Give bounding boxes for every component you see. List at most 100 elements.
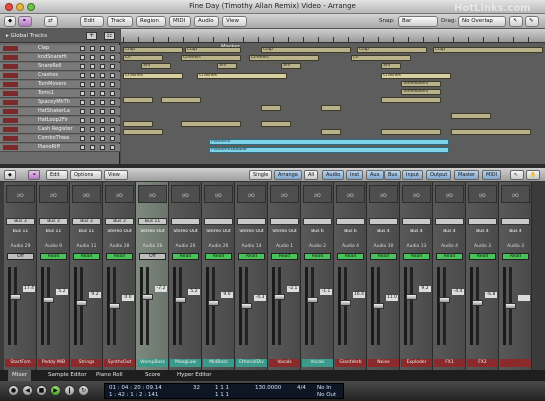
input-monitor-button[interactable]	[110, 55, 115, 60]
strip-name[interactable]: StartFsm	[5, 359, 36, 367]
record-enable-button[interactable]	[100, 55, 105, 60]
view-menu[interactable]: View	[222, 16, 247, 27]
mute-button[interactable]	[80, 145, 85, 150]
mixer-edit-menu[interactable]: Edit	[46, 170, 68, 180]
mixer-view-menu[interactable]: View	[104, 170, 128, 180]
track-row[interactable]: HatLoop2Fir	[0, 117, 120, 125]
strip-name[interactable]	[500, 359, 531, 367]
strip-output[interactable]: Stereo Out	[103, 229, 136, 234]
region-block[interactable]	[321, 129, 341, 135]
fader-track[interactable]	[212, 267, 215, 345]
region[interactable]: Crashes	[381, 73, 451, 79]
filter-output-button[interactable]: Output	[426, 170, 452, 180]
single-button[interactable]: Single	[249, 170, 273, 180]
record-enable-button[interactable]	[100, 100, 105, 105]
tab-score[interactable]: Score	[141, 370, 164, 381]
strip-name[interactable]: Noise	[368, 359, 399, 367]
track-row[interactable]: Clap	[0, 45, 120, 53]
filter-input-button[interactable]: Input	[402, 170, 423, 180]
region[interactable]: TomMovers	[401, 89, 441, 95]
tab-sample-editor[interactable]: Sample Editor	[44, 370, 91, 381]
strip-send[interactable]	[369, 218, 398, 225]
input-monitor-button[interactable]	[110, 118, 115, 123]
region[interactable]: Clrevert	[249, 55, 319, 61]
mixer-hand-icon[interactable]: ✋	[526, 170, 540, 180]
region-block[interactable]	[451, 129, 531, 135]
channel-strip[interactable]: I/O Bus 11 Stereo Out Audio 28 Off -7.2 …	[136, 182, 169, 370]
strip-send[interactable]	[468, 218, 497, 225]
strip-automation-mode[interactable]: Read	[40, 253, 67, 260]
region[interactable]: TomMovers	[401, 81, 441, 87]
strip-name[interactable]: Vocals	[269, 359, 300, 367]
mute-button[interactable]	[80, 82, 85, 87]
record-enable-button[interactable]	[100, 82, 105, 87]
filter-aux-button[interactable]: Aux	[366, 170, 384, 180]
channel-strip[interactable]: I/O Bus 6 Audio 4 Read 16.4 GiantVerb	[334, 182, 367, 370]
region[interactable]: PianoRiff	[209, 139, 449, 145]
strip-name[interactable]: EtherialDiv	[236, 359, 267, 367]
fader-cap[interactable]	[175, 297, 186, 303]
track-row[interactable]: TomMovers	[0, 81, 120, 89]
track-row[interactable]: PianoRiff	[0, 144, 120, 152]
fader-cap[interactable]	[406, 294, 417, 300]
track-row[interactable]: Cash Register	[0, 126, 120, 134]
tab-piano-roll[interactable]: Piano Roll	[92, 370, 127, 381]
strip-send[interactable]: Bus 3	[105, 218, 134, 225]
filter-audio-button[interactable]: Audio	[322, 170, 345, 180]
region-block[interactable]	[261, 121, 291, 127]
strip-output[interactable]: Bus 4	[367, 229, 400, 234]
strip-output[interactable]: Stereo Out	[136, 229, 169, 234]
solo-button[interactable]	[90, 100, 95, 105]
fader-track[interactable]	[344, 267, 347, 345]
snap-select[interactable]: Bar	[398, 16, 438, 27]
fader-cap[interactable]	[208, 300, 219, 306]
strip-automation-mode[interactable]: Read	[205, 253, 232, 260]
region-block[interactable]	[381, 129, 441, 135]
strip-automation-mode[interactable]: Read	[436, 253, 463, 260]
strip-automation-mode[interactable]: Read	[73, 253, 100, 260]
input-monitor-button[interactable]	[110, 109, 115, 114]
region[interactable]: Crashes	[197, 73, 287, 79]
region-block[interactable]	[123, 121, 153, 127]
record-enable-button[interactable]	[100, 136, 105, 141]
strip-name[interactable]: FX1	[434, 359, 465, 367]
fader-cap[interactable]	[142, 294, 153, 300]
solo-button[interactable]	[90, 127, 95, 132]
track-row[interactable]: HatShakerLa	[0, 108, 120, 116]
channel-strip[interactable]: I/O Bus 4 Audio 13 Read 9.2 Exploder	[400, 182, 433, 370]
tab-hyper-editor[interactable]: Hyper Editor	[173, 370, 216, 381]
record-enable-button[interactable]	[100, 109, 105, 114]
audio-menu[interactable]: Audio	[194, 16, 219, 27]
channel-strip[interactable]: I/O Bus 4 Audio 3 Read -6.8 FX2	[466, 182, 499, 370]
strip-output[interactable]: Bus 6	[334, 229, 367, 234]
region[interactable]: PianoRiffDouble	[209, 147, 449, 153]
region-block[interactable]	[261, 105, 281, 111]
mute-button[interactable]	[80, 127, 85, 132]
input-monitor-button[interactable]	[110, 73, 115, 78]
fader-track[interactable]	[476, 267, 479, 345]
fader-track[interactable]	[179, 267, 182, 345]
input-monitor-button[interactable]	[110, 46, 115, 51]
strip-send[interactable]: Bus 3	[6, 218, 35, 225]
input-monitor-button[interactable]	[110, 145, 115, 150]
solo-button[interactable]	[90, 91, 95, 96]
channel-strip[interactable]: I/O Bus 3 Bus 11 Audio 11 Read 9.2 Strin…	[70, 182, 103, 370]
solo-button[interactable]	[90, 109, 95, 114]
strip-automation-mode[interactable]: Read	[238, 253, 265, 260]
track-row[interactable]: Crashes	[0, 72, 120, 80]
strip-name[interactable]: MidBass	[203, 359, 234, 367]
edit-menu[interactable]: Edit	[80, 16, 104, 27]
mute-button[interactable]	[80, 136, 85, 141]
mixer-pointer-icon[interactable]: ↖	[510, 170, 524, 180]
fader-cap[interactable]	[274, 294, 285, 300]
filter-midi-button[interactable]: MIDI	[482, 170, 502, 180]
channel-strip[interactable]: I/O Stereo Out Audio 14 Read -4.3 Etheri…	[235, 182, 268, 370]
strip-automation-mode[interactable]: Read	[337, 253, 364, 260]
track-row[interactable]: SpaceyMhTh	[0, 99, 120, 107]
strip-automation-mode[interactable]: Read	[370, 253, 397, 260]
channel-strip[interactable]: I/O Stereo Out Audio 26 Read 5.2 MoogLow	[169, 182, 202, 370]
strip-automation-mode[interactable]: Read	[172, 253, 199, 260]
strip-automation-mode[interactable]: Read	[271, 253, 298, 260]
mute-button[interactable]	[80, 109, 85, 114]
strip-name[interactable]: Strings	[71, 359, 102, 367]
